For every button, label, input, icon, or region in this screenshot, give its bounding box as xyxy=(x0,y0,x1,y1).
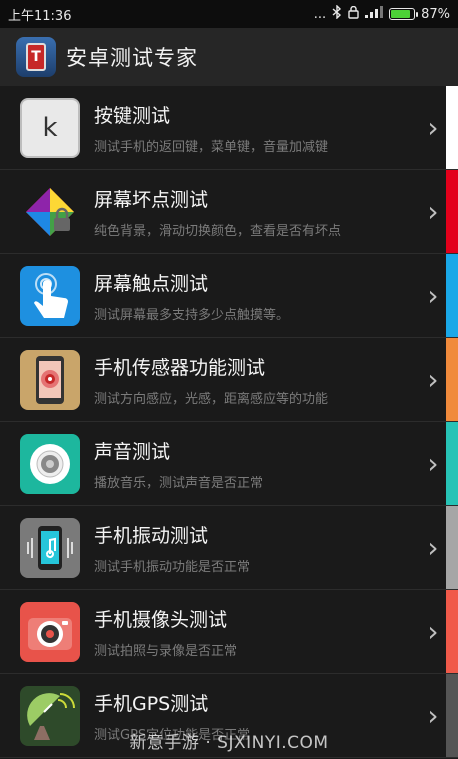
color-strip xyxy=(446,422,458,505)
list-item-vibration-test[interactable]: 手机振动测试 测试手机振动功能是否正常 › xyxy=(0,506,458,590)
chevron-right-icon: › xyxy=(427,111,439,144)
watermark: 新意手游 · SJXINYI.COM xyxy=(129,733,329,753)
color-strip xyxy=(446,86,458,169)
item-subtitle: 测试屏幕最多支持多少点触摸等。 xyxy=(94,307,290,323)
list-item-sound-test[interactable]: 声音测试 播放音乐，测试声音是否正常 › xyxy=(0,422,458,506)
item-title: 屏幕坏点测试 xyxy=(94,188,209,211)
vibrate-phone-icon xyxy=(20,517,80,578)
color-strip xyxy=(446,170,458,253)
item-title: 手机GPS测试 xyxy=(94,692,209,715)
chevron-right-icon: › xyxy=(427,615,439,648)
color-diamond-icon xyxy=(20,182,80,242)
list-item-camera-test[interactable]: 手机摄像头测试 测试拍照与录像是否正常 › xyxy=(0,590,458,674)
item-subtitle: 播放音乐，测试声音是否正常 xyxy=(94,475,264,491)
battery-percent: 87% xyxy=(421,6,450,22)
item-subtitle: 纯色背景，滑动切换颜色，查看是否有坏点 xyxy=(94,223,342,239)
notification-dots-icon: ... xyxy=(313,6,327,22)
item-title: 手机传感器功能测试 xyxy=(94,356,266,379)
chevron-right-icon: › xyxy=(427,363,439,396)
item-title: 屏幕触点测试 xyxy=(94,272,209,295)
list-item-dead-pixel-test[interactable]: 屏幕坏点测试 纯色背景，滑动切换颜色，查看是否有坏点 › xyxy=(0,170,458,254)
item-title: 声音测试 xyxy=(94,440,171,463)
lock-icon xyxy=(348,5,359,23)
color-strip xyxy=(446,506,458,589)
color-strip xyxy=(446,254,458,337)
color-strip xyxy=(446,590,458,673)
item-subtitle: 测试手机振动功能是否正常 xyxy=(94,559,251,575)
status-bar: 上午11:36 ... 87% xyxy=(0,0,458,28)
touch-hand-icon xyxy=(20,265,80,326)
list-item-touch-test[interactable]: 屏幕触点测试 测试屏幕最多支持多少点触摸等。 › xyxy=(0,254,458,338)
status-icons: ... 87% xyxy=(313,4,450,23)
list-item-sensor-test[interactable]: 手机传感器功能测试 测试方向感应，光感，距离感应等的功能 › xyxy=(0,338,458,422)
chevron-right-icon: › xyxy=(427,447,439,480)
app-logo-icon: T xyxy=(16,37,56,77)
chevron-right-icon: › xyxy=(427,195,439,228)
item-subtitle: 测试方向感应，光感，距离感应等的功能 xyxy=(94,391,329,407)
item-subtitle: 测试手机的返回键，菜单键，音量加减键 xyxy=(94,139,329,155)
signal-icon xyxy=(365,6,384,22)
bluetooth-icon xyxy=(332,4,342,23)
app-bar: T 安卓测试专家 xyxy=(0,28,458,86)
camera-icon xyxy=(20,601,80,662)
chevron-right-icon: › xyxy=(427,531,439,564)
item-subtitle: 测试拍照与录像是否正常 xyxy=(94,643,238,659)
keyboard-key-icon: k xyxy=(20,97,80,158)
item-title: 按键测试 xyxy=(94,104,171,127)
app-title: 安卓测试专家 xyxy=(66,46,198,70)
status-time: 上午11:36 xyxy=(8,8,72,24)
battery-icon xyxy=(389,8,419,20)
test-list: k 按键测试 测试手机的返回键，菜单键，音量加减键 › 屏幕坏点测试 纯色背景，… xyxy=(0,86,458,758)
item-title: 手机振动测试 xyxy=(94,524,209,547)
item-title: 手机摄像头测试 xyxy=(94,608,228,631)
chevron-right-icon: › xyxy=(427,279,439,312)
speaker-icon xyxy=(20,433,80,494)
sensor-phone-icon xyxy=(20,349,80,410)
list-item-key-test[interactable]: k 按键测试 测试手机的返回键，菜单键，音量加减键 › xyxy=(0,86,458,170)
app-logo-letter: T xyxy=(26,43,46,71)
color-strip xyxy=(446,338,458,421)
